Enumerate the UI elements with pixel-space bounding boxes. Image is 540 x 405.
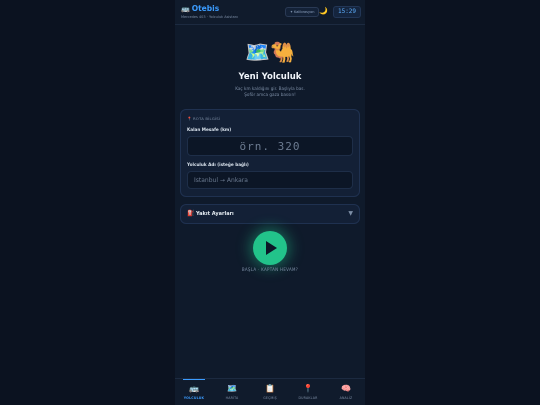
nav-label-harita: HARİTA — [225, 396, 239, 400]
fuel-settings-toggle[interactable]: ⛽ Yakıt Ayarları ▼ — [180, 204, 360, 224]
route-section-label: ROTA BİLGİSİ — [192, 116, 221, 121]
trip-name-label: Yolculuk Adı (isteğe bağlı) — [187, 162, 249, 167]
bus-icon: 🚌 — [181, 5, 190, 13]
nav-label-yolculuk: YOLCULUK — [183, 396, 205, 400]
map-camel-icon: 🗺️🐫 — [245, 40, 295, 64]
start-caption: BAŞLA · KAPTAN HEVAM? — [241, 267, 299, 272]
clock: 15:29 — [333, 6, 361, 18]
play-icon — [266, 241, 277, 255]
brand-name: Otebis — [191, 4, 220, 13]
nav-item-gecmis[interactable]: 📋 GEÇMİŞ — [251, 379, 289, 405]
page-title: Yeni Yolculuk — [238, 72, 302, 82]
pin-icon: 📍 — [187, 116, 192, 121]
start-button[interactable] — [253, 231, 287, 265]
route-card: 📍ROTA BİLGİSİ Kalan Mesafe (km) Yolculuk… — [180, 109, 360, 197]
brand-subtitle: Mercedes 403 · Yolculuk Asistanı — [181, 15, 238, 19]
nav-label-gecmis: GEÇMİŞ — [263, 396, 277, 400]
nav-item-duraklar[interactable]: 📍 DURAKLAR — [289, 379, 327, 405]
clipboard-icon: 📋 — [265, 384, 275, 393]
route-section-title: 📍ROTA BİLGİSİ — [187, 116, 220, 121]
moon-icon[interactable]: 🌙 — [319, 7, 328, 15]
bottom-nav: 🚌 YOLCULUK 🗺️ HARİTA 📋 GEÇMİŞ 📍 DURAKLAR… — [175, 378, 365, 405]
fuel-settings-label: Yakıt Ayarları — [196, 211, 234, 217]
distance-label: Kalan Mesafe (km) — [187, 127, 232, 132]
nav-item-analiz[interactable]: 🧠 ANALİZ — [327, 379, 365, 405]
app-header: 🚌 Otebis Mercedes 403 · Yolculuk Asistanı… — [175, 0, 365, 25]
page-subtitle: Kaç km kaldığını gir. Başlıyla bas. Şofö… — [175, 86, 365, 98]
page-subtitle-line2: Şoför amca gaza bassın! — [244, 92, 296, 97]
calibration-button[interactable]: ✦ Kalibrasyon — [285, 7, 320, 17]
brand: 🚌 Otebis — [181, 4, 219, 13]
nav-label-analiz: ANALİZ — [339, 396, 353, 400]
bus-icon: 🚌 — [189, 384, 199, 393]
fuel-pump-icon: ⛽ — [187, 210, 195, 217]
nav-label-duraklar: DURAKLAR — [298, 396, 318, 400]
distance-input[interactable] — [187, 136, 353, 156]
brain-icon: 🧠 — [341, 384, 351, 393]
map-icon: 🗺️ — [227, 384, 237, 393]
nav-item-yolculuk[interactable]: 🚌 YOLCULUK — [175, 379, 213, 405]
chevron-down-icon: ▼ — [348, 210, 353, 217]
nav-item-harita[interactable]: 🗺️ HARİTA — [213, 379, 251, 405]
trip-name-input[interactable] — [187, 171, 353, 189]
pin-icon: 📍 — [303, 384, 313, 393]
app-shell: 🚌 Otebis Mercedes 403 · Yolculuk Asistanı… — [175, 0, 365, 405]
